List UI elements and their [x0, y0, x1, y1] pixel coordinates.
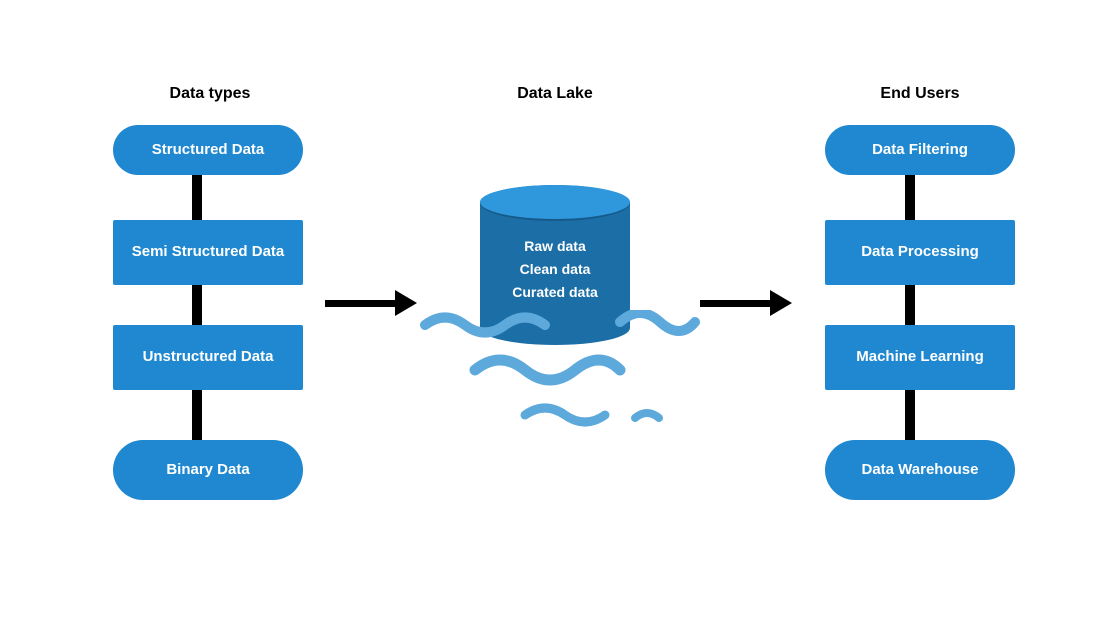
node-data-filtering: Data Filtering [825, 125, 1015, 175]
data-lake-cylinder: Raw data Clean data Curated data [480, 185, 630, 345]
arrow-types-to-lake [325, 290, 417, 316]
node-machine-learning: Machine Learning [825, 325, 1015, 390]
cylinder-line-raw: Raw data [480, 238, 630, 254]
diagram-canvas: Data types Data Lake End Users Structure… [0, 0, 1100, 623]
arrow-lake-to-users [700, 290, 792, 316]
cylinder-line-clean: Clean data [480, 261, 630, 277]
arrow-head-icon [395, 290, 417, 316]
node-unstructured-data: Unstructured Data [113, 325, 303, 390]
heading-data-types: Data types [120, 85, 300, 103]
heading-data-lake: Data Lake [475, 85, 635, 103]
node-structured-data: Structured Data [113, 125, 303, 175]
cylinder-top-icon [480, 185, 630, 219]
node-binary-data: Binary Data [113, 440, 303, 500]
heading-end-users: End Users [830, 85, 1010, 103]
node-data-warehouse: Data Warehouse [825, 440, 1015, 500]
node-semi-structured-data: Semi Structured Data [113, 220, 303, 285]
cylinder-labels: Raw data Clean data Curated data [480, 231, 630, 307]
arrow-head-icon [770, 290, 792, 316]
arrow-shaft [700, 300, 770, 307]
arrow-shaft [325, 300, 395, 307]
cylinder-line-curated: Curated data [480, 284, 630, 300]
node-data-processing: Data Processing [825, 220, 1015, 285]
